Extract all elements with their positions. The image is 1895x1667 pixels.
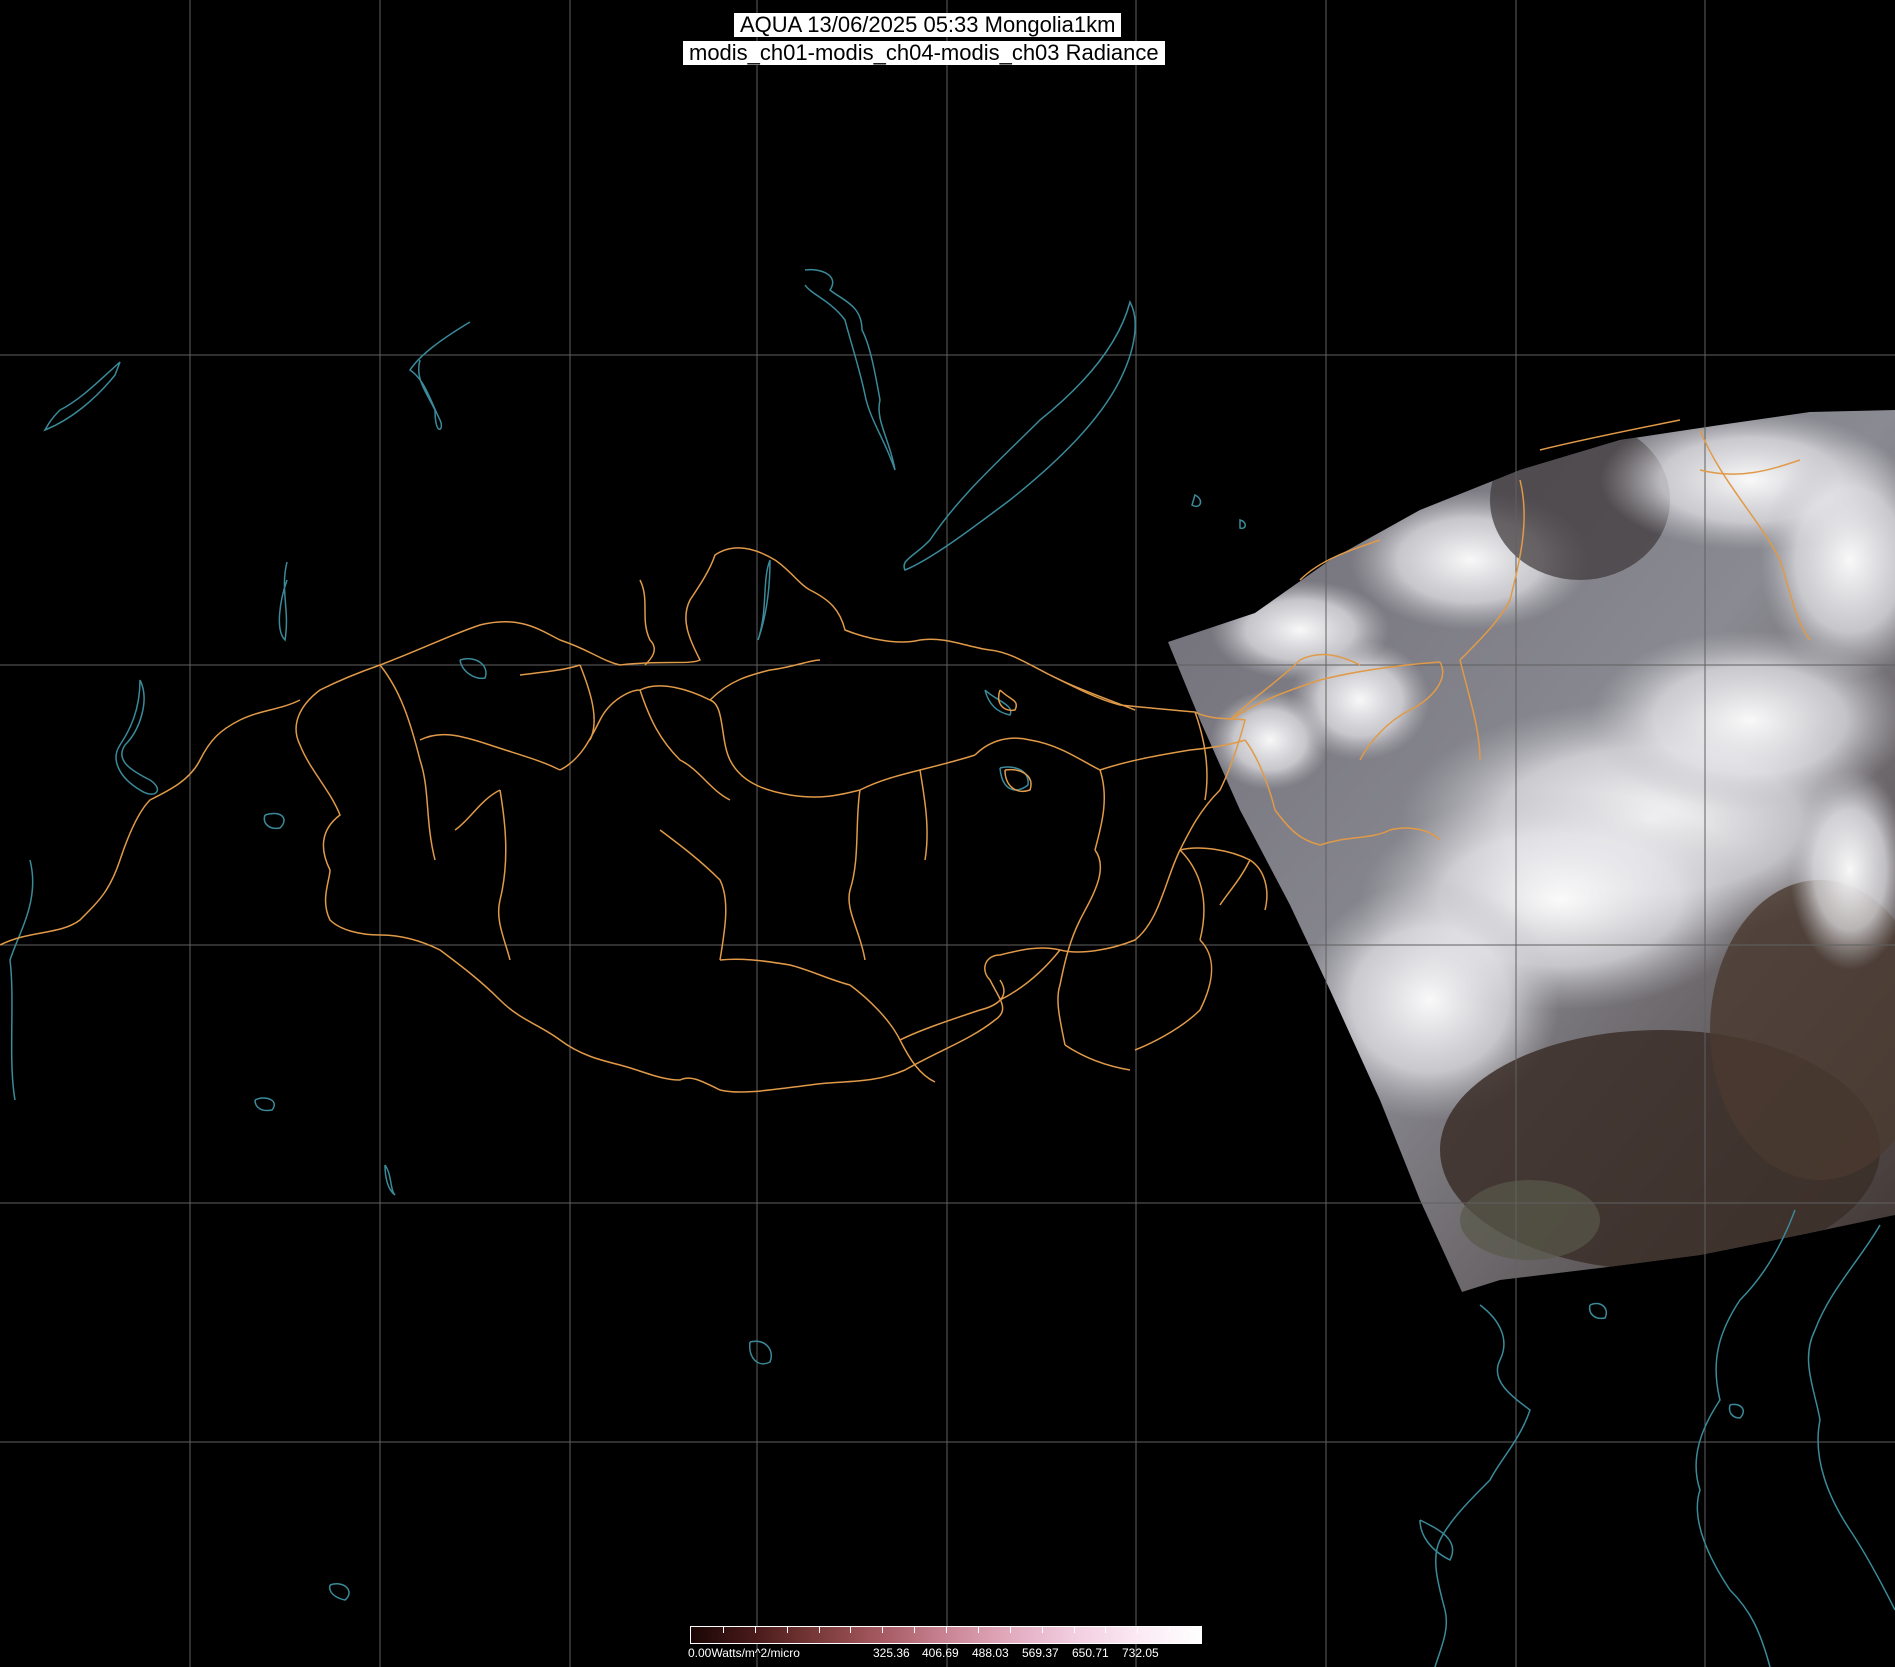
modis-swath — [1168, 410, 1895, 1292]
colorbar-tick — [818, 1627, 820, 1633]
image-title-line2: modis_ch01-modis_ch04-modis_ch03 Radianc… — [683, 41, 1165, 65]
colorbar-tick — [786, 1627, 788, 1633]
colorbar-label-3: 488.03 — [972, 1646, 1009, 1660]
lake-baikal — [903, 300, 1136, 571]
colorbar-tick — [882, 1627, 884, 1633]
colorbar-tick — [1041, 1627, 1043, 1633]
colorbar-tick — [1105, 1627, 1107, 1633]
colorbar-label-2: 406.69 — [922, 1646, 959, 1660]
colorbar-tick — [722, 1627, 724, 1633]
satellite-map — [0, 0, 1895, 1667]
colorbar-tick — [1073, 1627, 1075, 1633]
colorbar-legend: 0.00Watts/m^2/micro 325.36 406.69 488.03… — [688, 1626, 1202, 1664]
image-title-line1: AQUA 13/06/2025 05:33 Mongolia1km — [734, 13, 1122, 37]
colorbar-label-5: 650.71 — [1072, 1646, 1109, 1660]
colorbar-tick — [1009, 1627, 1011, 1633]
colorbar-tick — [1137, 1627, 1139, 1633]
colorbar-label-min: 0.00Watts/m^2/micro — [688, 1646, 800, 1660]
colorbar-label-1: 325.36 — [873, 1646, 910, 1660]
colorbar-tick — [754, 1627, 756, 1633]
colorbar-tick — [1169, 1627, 1171, 1633]
colorbar-tick — [850, 1627, 852, 1633]
colorbar-gradient — [690, 1626, 1202, 1644]
colorbar-tick — [946, 1627, 947, 1633]
colorbar-label-6: 732.05 — [1122, 1646, 1159, 1660]
colorbar-label-4: 569.37 — [1022, 1646, 1059, 1660]
colorbar-tick — [977, 1627, 979, 1633]
colorbar-tick — [914, 1627, 916, 1633]
